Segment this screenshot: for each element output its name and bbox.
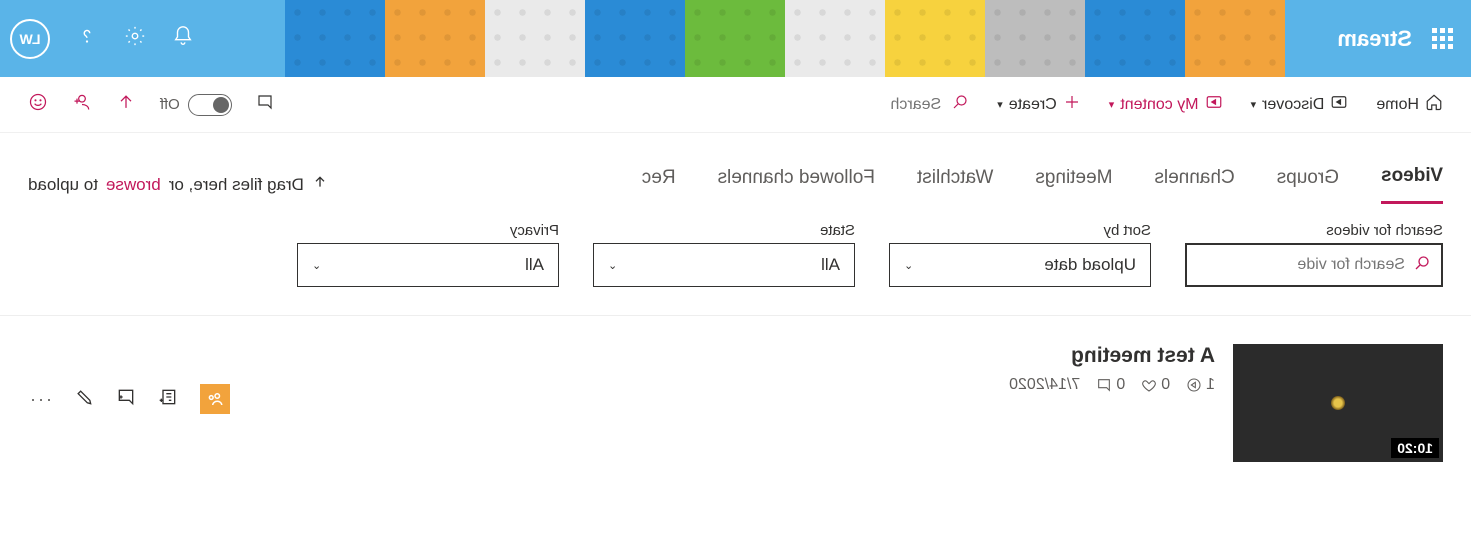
comment-action-icon[interactable] <box>116 387 136 412</box>
settings-icon[interactable] <box>124 25 146 53</box>
content-tabs: Videos Groups Channels Meetings Watchlis… <box>0 133 1471 204</box>
nav-search-input[interactable] <box>861 96 941 114</box>
record-toggle-label: Off <box>160 96 180 113</box>
sort-value: Upload date <box>1044 255 1136 275</box>
drag-hint: Drag files here, or browse to upload <box>28 174 328 195</box>
discover-icon <box>1330 93 1348 116</box>
chevron-down-icon: ⌄ <box>904 259 913 272</box>
tab-channels[interactable]: Channels <box>1154 167 1234 203</box>
comments-stat: 0 <box>1096 376 1125 394</box>
tab-recycle[interactable]: Rec <box>642 167 676 203</box>
chevron-down-icon: ▾ <box>1109 98 1115 111</box>
nav-my-content[interactable]: My content ▾ <box>1109 93 1223 116</box>
video-search-input[interactable] <box>1197 256 1405 274</box>
nav-home[interactable]: Home <box>1376 93 1443 116</box>
video-stats: 1 0 0 7/14/2020 <box>1009 376 1215 394</box>
tab-videos[interactable]: Videos <box>1381 165 1443 204</box>
sort-select[interactable]: Upload date ⌄ <box>889 243 1151 287</box>
add-to-list-icon[interactable] <box>158 387 178 412</box>
avatar[interactable]: LW <box>10 19 50 59</box>
nav-discover-label: Discover <box>1262 96 1324 114</box>
video-duration: 10:20 <box>1391 438 1439 458</box>
video-row: 10:20 A test meeting 1 0 0 7/14/2020 <box>0 315 1471 472</box>
state-select[interactable]: All ⌄ <box>593 243 855 287</box>
my-content-icon <box>1205 93 1223 116</box>
video-title[interactable]: A test meeting <box>1009 344 1215 368</box>
privacy-label: Privacy <box>297 222 559 239</box>
plus-icon <box>1063 93 1081 116</box>
chevron-down-icon: ▾ <box>997 98 1003 111</box>
nav-create[interactable]: Create ▾ <box>997 93 1081 116</box>
heart-icon <box>1141 377 1157 393</box>
banner-art <box>285 0 1285 77</box>
tab-meetings[interactable]: Meetings <box>1035 167 1112 203</box>
upload-small-icon <box>312 174 328 195</box>
video-actions: ··· <box>28 344 230 414</box>
video-date: 7/14/2020 <box>1009 376 1080 394</box>
views-stat: 1 <box>1186 376 1215 394</box>
app-name: Stream <box>1337 26 1412 52</box>
app-launcher-icon[interactable] <box>1432 28 1453 49</box>
privacy-value: All <box>525 255 544 275</box>
upload-icon[interactable] <box>116 92 136 117</box>
privacy-select[interactable]: All ⌄ <box>297 243 559 287</box>
filters: Search for videos Sort by Upload date ⌄ … <box>0 204 1471 287</box>
state-label: State <box>593 222 855 239</box>
search-icon <box>1413 254 1431 277</box>
record-toggle[interactable]: Off <box>160 94 232 116</box>
nav-home-label: Home <box>1376 96 1419 114</box>
more-actions[interactable]: ··· <box>28 389 52 410</box>
edit-icon[interactable] <box>74 387 94 412</box>
feedback-icon[interactable] <box>256 93 274 116</box>
tab-groups[interactable]: Groups <box>1277 167 1339 203</box>
nav-search[interactable] <box>861 93 969 116</box>
search-label: Search for videos <box>1185 222 1443 239</box>
thumbnail-avatar <box>1331 396 1345 410</box>
chevron-down-icon: ⌄ <box>312 259 321 272</box>
smile-icon[interactable] <box>28 92 48 117</box>
navbar: Home Discover ▾ My content ▾ Create ▾ Of… <box>0 77 1471 133</box>
invite-icon[interactable] <box>72 92 92 117</box>
home-icon <box>1425 93 1443 116</box>
notifications-icon[interactable] <box>172 25 194 53</box>
nav-create-label: Create <box>1009 96 1057 114</box>
views-icon <box>1186 377 1202 393</box>
nav-discover[interactable]: Discover ▾ <box>1251 93 1349 116</box>
help-icon[interactable] <box>76 25 98 53</box>
sort-label: Sort by <box>889 222 1151 239</box>
chevron-down-icon: ⌄ <box>608 259 617 272</box>
tab-watchlist[interactable]: Watchlist <box>917 167 993 203</box>
nav-my-content-label: My content <box>1120 96 1198 114</box>
top-banner: Stream LW <box>0 0 1471 77</box>
state-value: All <box>821 255 840 275</box>
privacy-restricted-icon[interactable] <box>200 384 230 414</box>
comment-icon <box>1096 377 1112 393</box>
video-thumbnail[interactable]: 10:20 <box>1233 344 1443 462</box>
browse-link[interactable]: browse <box>106 175 161 195</box>
likes-stat: 0 <box>1141 376 1170 394</box>
video-search[interactable] <box>1185 243 1443 287</box>
tab-followed-channels[interactable]: Followed channels <box>718 167 875 203</box>
search-icon <box>951 93 969 116</box>
chevron-down-icon: ▾ <box>1251 98 1257 111</box>
